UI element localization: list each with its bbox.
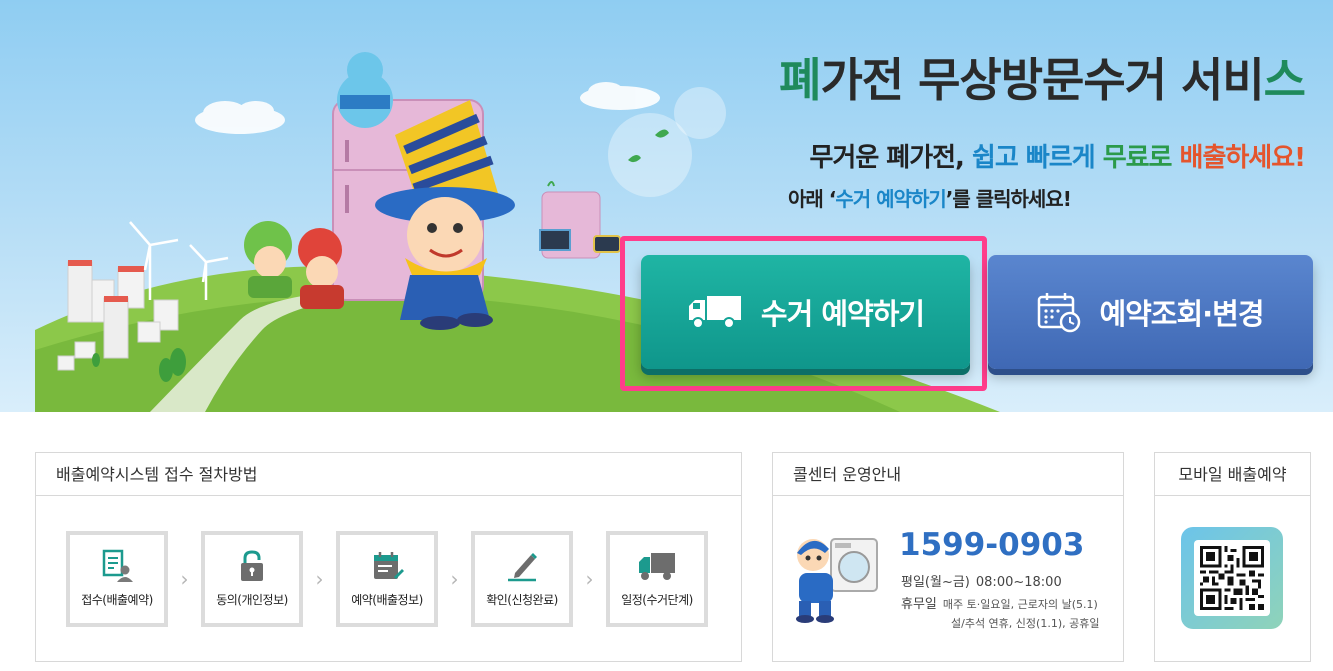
step-consent: 동의(개인정보)	[201, 531, 303, 627]
step-label: 일정(수거단계)	[621, 593, 693, 607]
hero-subtitle-b: 쉽고 빠르게	[972, 143, 1103, 173]
chevron-right-icon: ›	[585, 567, 594, 591]
step-reservation: 예약(배출정보)	[336, 531, 438, 627]
weekday-time: 08:00~18:00	[975, 575, 1062, 590]
step-label: 확인(신청완료)	[486, 593, 558, 607]
truck-icon	[639, 553, 675, 580]
call-center-panel: 콜센터 운영안내 1599-0903 평일(월~금) 08:00~18:00 휴무…	[772, 452, 1124, 662]
procedure-steps: 접수(배출예약) › 동의(개인정보) › 예약(배출정보) › 확인(신청완료…	[66, 531, 708, 627]
hero-banner: 폐가전 무상방문수거 서비스 무거운 폐가전, 쉽고 빠르게 무료로 배출하세요…	[0, 0, 1333, 412]
hero-instruction-c: ’를 클릭하세요!	[945, 187, 1072, 211]
procedure-panel: 배출예약시스템 접수 절차방법 접수(배출예약) › 동의(개인정보) › 예약…	[35, 452, 742, 662]
holiday-info: 휴무일 매주 토·일요일, 근로자의 날(5.1)	[901, 593, 1098, 612]
step-label: 접수(배출예약)	[81, 593, 153, 607]
calendar-edit-icon	[374, 552, 404, 579]
hero-title-accent-1: 폐	[779, 53, 821, 107]
mobile-reservation-panel: 모바일 배출예약	[1154, 452, 1311, 662]
step-application: 접수(배출예약)	[66, 531, 168, 627]
document-user-icon	[102, 549, 133, 582]
step-schedule: 일정(수거단계)	[606, 531, 708, 627]
hero-instruction-a: 아래 ‘	[788, 187, 836, 211]
collection-reservation-label: 수거 예약하기	[760, 297, 925, 331]
small-appliances-illustration	[539, 181, 621, 259]
chevron-right-icon: ›	[450, 567, 459, 591]
hero-title: 폐가전 무상방문수거 서비스	[779, 44, 1306, 110]
chevron-right-icon: ›	[315, 567, 324, 591]
holiday-line-1: 매주 토·일요일, 근로자의 날(5.1)	[942, 598, 1098, 611]
hero-title-accent-2: 스	[1263, 53, 1306, 107]
hero-subtitle-c: 무료로	[1102, 143, 1180, 173]
hero-subtitle-d: 배출하세요!	[1179, 143, 1306, 173]
calendar-clock-icon	[1038, 293, 1081, 333]
mobile-panel-title: 모바일 배출예약	[1155, 453, 1310, 496]
qr-code-graphic	[1200, 546, 1264, 610]
chevron-right-icon: ›	[180, 567, 189, 591]
mascot-carrying-washer-icon	[796, 538, 878, 623]
truck-icon	[688, 296, 741, 329]
qr-code-icon	[1194, 540, 1270, 616]
reservation-lookup-label: 예약조회·변경	[1099, 297, 1264, 331]
call-center-panel-title: 콜센터 운영안내	[773, 453, 1123, 496]
qr-code-frame[interactable]	[1181, 527, 1283, 629]
hero-title-main: 가전 무상방문수거 서비	[820, 53, 1264, 107]
hero-subtitle: 무거운 폐가전, 쉽고 빠르게 무료로 배출하세요!	[809, 137, 1306, 174]
weekday-hours: 평일(월~금) 08:00~18:00	[901, 571, 1062, 590]
procedure-panel-title: 배출예약시스템 접수 절차방법	[36, 453, 741, 496]
reservation-lookup-button[interactable]: 예약조회·변경	[988, 255, 1313, 369]
step-label: 동의(개인정보)	[216, 593, 288, 607]
phone-number: 1599-0903	[899, 527, 1085, 563]
weekday-label: 평일(월~금)	[901, 575, 970, 590]
step-label: 예약(배출정보)	[351, 593, 423, 607]
hero-instruction-b: 수거 예약하기	[835, 187, 946, 211]
pencil-icon	[508, 553, 537, 582]
collection-reservation-button[interactable]: 수거 예약하기	[641, 255, 970, 369]
lock-icon	[241, 550, 263, 581]
hero-subtitle-a: 무거운 폐가전,	[809, 143, 972, 173]
holiday-label: 휴무일	[901, 597, 937, 612]
holiday-line-2: 설/추석 연휴, 신정(1.1), 공휴일	[951, 617, 1100, 630]
step-confirmation: 확인(신청완료)	[471, 531, 573, 627]
hero-instruction: 아래 ‘수거 예약하기’를 클릭하세요!	[788, 183, 1072, 212]
